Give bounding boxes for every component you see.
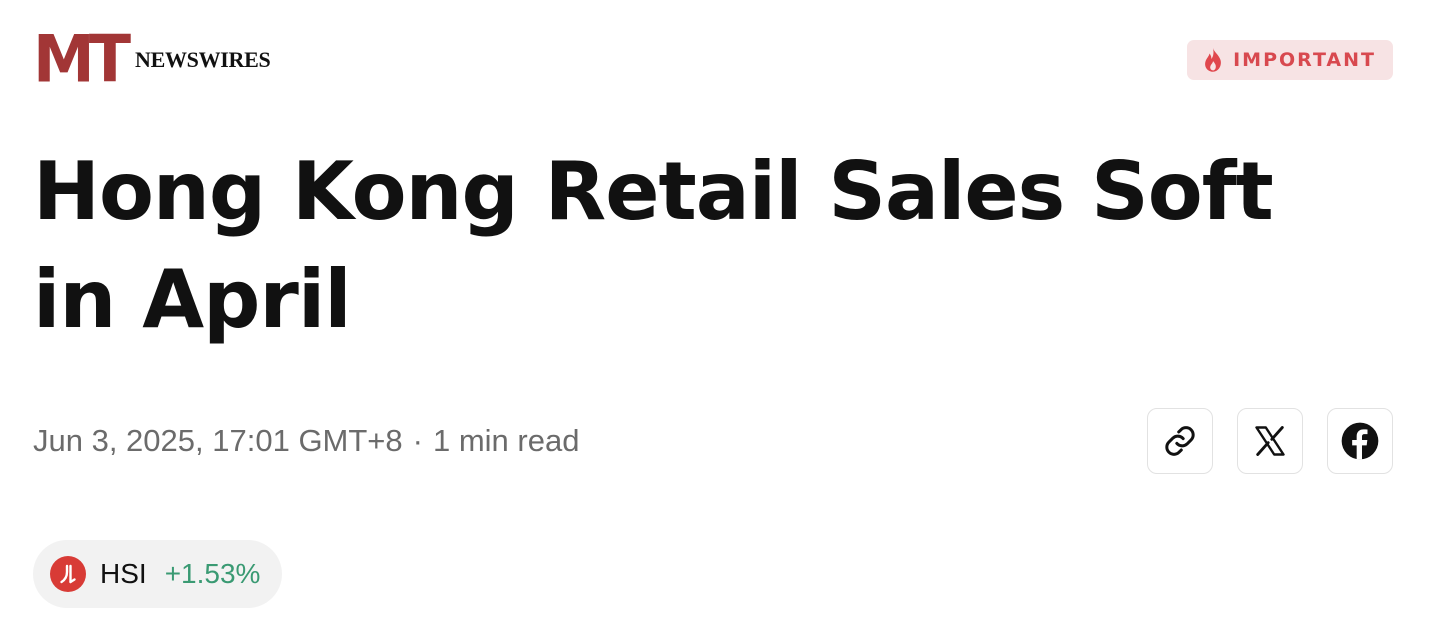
meta-separator: · [412,423,423,458]
article-meta: Jun 3, 2025, 17:01 GMT+8 · 1 min read [33,423,579,459]
publish-date: Jun 3, 2025, 17:01 GMT+8 [33,423,403,458]
important-badge: IMPORTANT [1187,40,1393,80]
article-headline: Hong Kong Retail Sales Soft in April [33,145,1274,346]
ticker-change: +1.53% [164,558,261,589]
logo-mark: MT [33,20,131,98]
ticker-symbol: HSI [100,558,147,589]
copy-link-button[interactable] [1147,408,1213,474]
badge-label: IMPORTANT [1233,49,1376,71]
hsi-logo-icon [50,556,86,592]
share-x-button[interactable] [1237,408,1303,474]
share-facebook-button[interactable] [1327,408,1393,474]
link-icon [1165,426,1195,456]
flame-icon [1205,48,1221,72]
read-time: 1 min read [432,423,580,458]
logo-text: NEWSWIRES [135,47,271,72]
x-icon [1255,426,1285,456]
ticker-chip[interactable]: HSI +1.53% [33,540,283,608]
brand-logo[interactable]: MT NEWSWIRES [33,20,271,98]
share-buttons [1147,408,1393,474]
facebook-icon [1341,422,1379,460]
